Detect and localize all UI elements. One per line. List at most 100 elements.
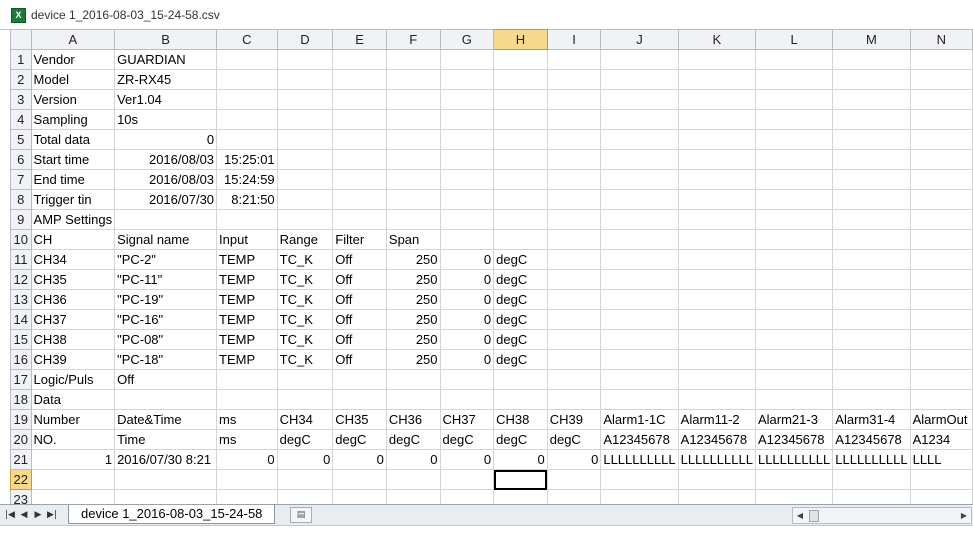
cell-b2[interactable]: ZR-RX45: [114, 69, 218, 90]
cell-n20[interactable]: A1234: [909, 429, 973, 450]
cell-m2[interactable]: [832, 69, 911, 90]
cell-d23[interactable]: [276, 489, 334, 504]
cell-g3[interactable]: [439, 89, 495, 110]
cell-i18[interactable]: [546, 389, 602, 410]
row-header[interactable]: 13: [10, 289, 32, 310]
cell-b19[interactable]: Date&Time: [114, 409, 218, 430]
cell-d8[interactable]: [276, 189, 334, 210]
cell-f8[interactable]: [385, 189, 441, 210]
cell-a21[interactable]: 1: [30, 449, 116, 470]
cell-m19[interactable]: Alarm31-4: [832, 409, 911, 430]
cell-e11[interactable]: Off: [332, 249, 387, 270]
cell-a23[interactable]: [30, 489, 116, 504]
cell-j7[interactable]: [600, 169, 679, 190]
cell-e13[interactable]: Off: [332, 289, 387, 310]
cell-e4[interactable]: [332, 109, 387, 130]
cell-f19[interactable]: CH36: [385, 409, 441, 430]
cell-h15[interactable]: degC: [493, 329, 548, 350]
cell-b20[interactable]: Time: [114, 429, 218, 450]
cell-e5[interactable]: [332, 129, 387, 150]
scroll-thumb[interactable]: [809, 510, 819, 522]
cell-b8[interactable]: 2016/07/30: [114, 189, 218, 210]
cell-k16[interactable]: [677, 349, 756, 370]
cell-d20[interactable]: degC: [276, 429, 334, 450]
cell-i19[interactable]: CH39: [546, 409, 602, 430]
cell-table[interactable]: ABCDEFGHIJKLMN 1 Vendor GUARDIAN 2 Model ZR-R…: [10, 29, 973, 504]
cell-f17[interactable]: [385, 369, 441, 390]
cell-c17[interactable]: [216, 369, 278, 390]
cell-h13[interactable]: degC: [493, 289, 548, 310]
cell-f15[interactable]: 250: [385, 329, 441, 350]
cell-a13[interactable]: CH36: [30, 289, 116, 310]
cell-n16[interactable]: [909, 349, 973, 370]
cell-k20[interactable]: A12345678: [677, 429, 756, 450]
cell-i9[interactable]: [546, 209, 602, 230]
scroll-right-icon[interactable]: ▶: [957, 508, 971, 523]
column-header-g[interactable]: G: [439, 29, 495, 50]
cell-i15[interactable]: [546, 329, 602, 350]
insert-sheet-icon[interactable]: ▤: [290, 507, 312, 523]
cell-a4[interactable]: Sampling: [30, 109, 116, 130]
cell-g1[interactable]: [439, 49, 495, 70]
cell-a12[interactable]: CH35: [30, 269, 116, 290]
cell-j23[interactable]: [600, 489, 679, 504]
cell-g10[interactable]: [439, 229, 495, 250]
cell-e21[interactable]: 0: [332, 449, 387, 470]
cell-c20[interactable]: ms: [216, 429, 278, 450]
cell-d14[interactable]: TC_K: [276, 309, 334, 330]
cell-n13[interactable]: [909, 289, 973, 310]
cell-b4[interactable]: 10s: [114, 109, 218, 130]
cell-j20[interactable]: A12345678: [600, 429, 679, 450]
cell-l1[interactable]: [754, 49, 834, 70]
cell-m9[interactable]: [832, 209, 911, 230]
cell-e22[interactable]: [332, 469, 387, 490]
cell-a14[interactable]: CH37: [30, 309, 116, 330]
cell-j14[interactable]: [600, 309, 679, 330]
cell-i10[interactable]: [546, 229, 602, 250]
cell-e18[interactable]: [332, 389, 387, 410]
cell-a22[interactable]: [30, 469, 116, 490]
cell-l3[interactable]: [754, 89, 834, 110]
cell-e3[interactable]: [332, 89, 387, 110]
column-header-l[interactable]: L: [754, 29, 834, 50]
cell-m7[interactable]: [832, 169, 911, 190]
select-all-corner[interactable]: [10, 29, 32, 50]
cell-l12[interactable]: [754, 269, 834, 290]
cell-j3[interactable]: [600, 89, 679, 110]
cell-l15[interactable]: [754, 329, 834, 350]
cell-j6[interactable]: [600, 149, 679, 170]
cell-k2[interactable]: [677, 69, 756, 90]
cell-i5[interactable]: [546, 129, 602, 150]
cell-c6[interactable]: 15:25:01: [216, 149, 278, 170]
cell-h23[interactable]: [493, 489, 548, 504]
cell-j12[interactable]: [600, 269, 679, 290]
cell-c22[interactable]: [216, 469, 278, 490]
cell-h4[interactable]: [493, 109, 548, 130]
cell-a16[interactable]: CH39: [30, 349, 116, 370]
cell-g21[interactable]: 0: [439, 449, 495, 470]
cell-j18[interactable]: [600, 389, 679, 410]
cell-f4[interactable]: [385, 109, 441, 130]
cell-i1[interactable]: [546, 49, 602, 70]
cell-b18[interactable]: [114, 389, 218, 410]
cell-h20[interactable]: degC: [493, 429, 548, 450]
cell-l19[interactable]: Alarm21-3: [754, 409, 834, 430]
cell-k5[interactable]: [677, 129, 756, 150]
cell-g13[interactable]: 0: [439, 289, 495, 310]
cell-f23[interactable]: [385, 489, 441, 504]
cell-g6[interactable]: [439, 149, 495, 170]
cell-e10[interactable]: Filter: [332, 229, 387, 250]
cell-k3[interactable]: [677, 89, 756, 110]
cell-i6[interactable]: [546, 149, 602, 170]
cell-f16[interactable]: 250: [385, 349, 441, 370]
column-header-i[interactable]: I: [546, 29, 602, 50]
cell-k9[interactable]: [677, 209, 756, 230]
cell-a8[interactable]: Trigger tin: [30, 189, 116, 210]
cell-m16[interactable]: [832, 349, 911, 370]
cell-j17[interactable]: [600, 369, 679, 390]
cell-n1[interactable]: [909, 49, 973, 70]
cell-d17[interactable]: [276, 369, 334, 390]
scroll-left-icon[interactable]: ◀: [793, 508, 807, 523]
cell-c16[interactable]: TEMP: [216, 349, 278, 370]
cell-n3[interactable]: [909, 89, 973, 110]
